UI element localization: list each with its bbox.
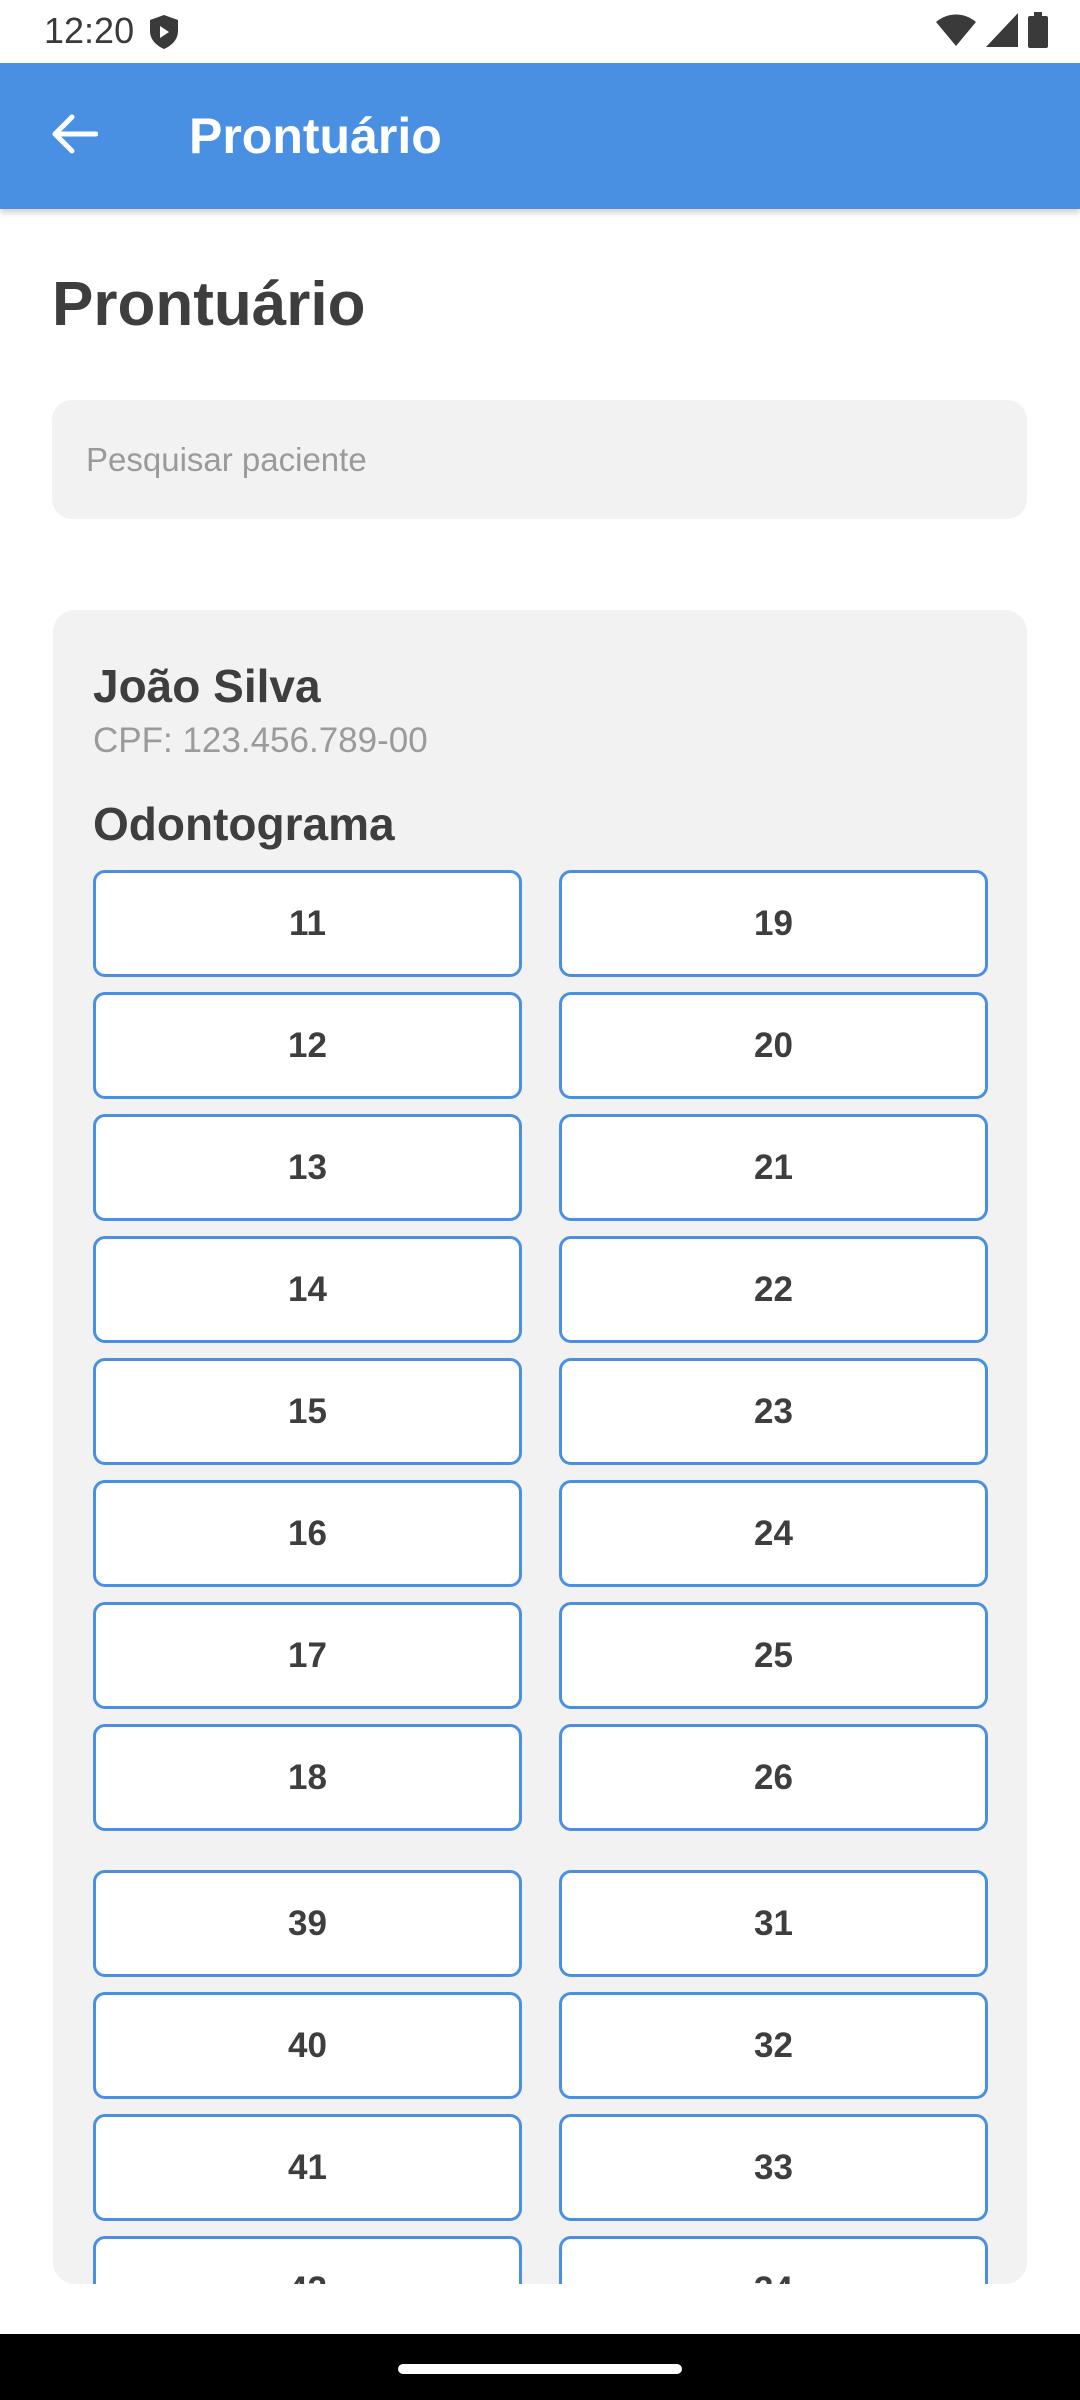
upper-left-teeth: 11 12 13 14 15 16 17 18: [93, 870, 522, 1846]
tooth-button[interactable]: 14: [93, 1236, 522, 1343]
tooth-button[interactable]: 40: [93, 1992, 522, 2099]
home-indicator[interactable]: [398, 2364, 682, 2374]
upper-right-teeth: 19 20 21 22 23 24 25 26: [559, 870, 988, 1846]
patient-cpf: CPF: 123.456.789-00: [93, 721, 428, 760]
tooth-button[interactable]: 23: [559, 1358, 988, 1465]
arrow-left-icon: [52, 114, 99, 159]
odontogram-title: Odontograma: [93, 798, 395, 850]
tooth-button[interactable]: 22: [559, 1236, 988, 1343]
status-icons: [936, 11, 1048, 53]
status-time: 12:20: [44, 10, 135, 51]
tooth-button[interactable]: 15: [93, 1358, 522, 1465]
back-button[interactable]: [40, 101, 110, 171]
tooth-button[interactable]: 11: [93, 870, 522, 977]
tooth-button[interactable]: 42: [93, 2236, 522, 2284]
tooth-button[interactable]: 24: [559, 1480, 988, 1587]
tooth-button[interactable]: 31: [559, 1870, 988, 1977]
system-navigation-bar: [0, 2334, 1080, 2400]
tooth-button[interactable]: 25: [559, 1602, 988, 1709]
patient-card: João Silva CPF: 123.456.789-00 Odontogra…: [53, 610, 1027, 2284]
lower-right-teeth: 31 32 33 34: [559, 1870, 988, 2284]
tooth-button[interactable]: 20: [559, 992, 988, 1099]
tooth-button[interactable]: 12: [93, 992, 522, 1099]
tooth-button[interactable]: 39: [93, 1870, 522, 1977]
search-input[interactable]: [52, 400, 1027, 519]
tooth-button[interactable]: 18: [93, 1724, 522, 1831]
tooth-button[interactable]: 16: [93, 1480, 522, 1587]
tooth-button[interactable]: 34: [559, 2236, 988, 2284]
lower-left-teeth: 39 40 41 42: [93, 1870, 522, 2284]
app-bar-title: Prontuário: [189, 108, 442, 164]
app-bar: Prontuário: [0, 63, 1080, 209]
tooth-button[interactable]: 21: [559, 1114, 988, 1221]
page-title: Prontuário: [52, 270, 366, 339]
tooth-button[interactable]: 41: [93, 2114, 522, 2221]
tooth-button[interactable]: 13: [93, 1114, 522, 1221]
tooth-button[interactable]: 17: [93, 1602, 522, 1709]
tooth-button[interactable]: 32: [559, 1992, 988, 2099]
tooth-button[interactable]: 33: [559, 2114, 988, 2221]
status-bar: 12:20: [0, 0, 1080, 63]
patient-name: João Silva: [93, 660, 321, 712]
wifi-icon: [936, 13, 976, 52]
tooth-button[interactable]: 26: [559, 1724, 988, 1831]
shield-icon: [148, 14, 180, 50]
battery-icon: [1028, 11, 1048, 53]
signal-icon: [986, 12, 1018, 52]
tooth-button[interactable]: 19: [559, 870, 988, 977]
